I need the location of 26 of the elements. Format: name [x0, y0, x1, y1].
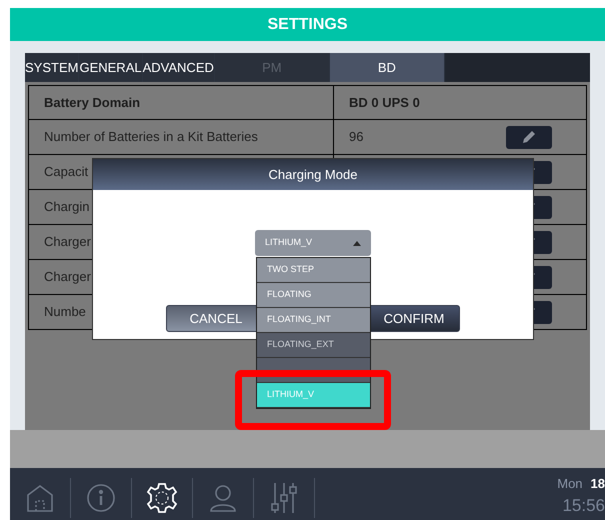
- date-label: 18: [590, 474, 605, 492]
- clock-time: 15:56: [562, 495, 605, 517]
- tab[interactable]: GENERAL: [79, 53, 143, 82]
- settings-icon[interactable]: [146, 482, 178, 514]
- confirm-button[interactable]: CONFIRM: [368, 305, 460, 332]
- info-icon[interactable]: [86, 483, 116, 513]
- table-header-cell-text: BD 0 UPS 0: [348, 94, 420, 112]
- tab[interactable]: BD: [330, 53, 445, 82]
- page-title: SETTINGS: [267, 14, 348, 34]
- tab[interactable]: SYSTEM: [25, 53, 80, 82]
- sliders-icon[interactable]: [269, 482, 299, 514]
- user-icon[interactable]: [208, 483, 238, 513]
- edit-button[interactable]: [506, 126, 552, 148]
- table-cell-text: 96: [349, 128, 364, 146]
- tab[interactable]: ADVANCED: [142, 53, 215, 82]
- table-header-cell: Battery Domain: [29, 86, 334, 119]
- dropdown-option[interactable]: TWO STEP: [257, 258, 370, 283]
- day-label: Mon: [557, 474, 583, 492]
- home-icon[interactable]: [25, 483, 55, 513]
- table-cell: Number of Batteries in a Kit Batteries: [29, 120, 334, 154]
- pencil-icon: [521, 129, 537, 145]
- dropdown-option[interactable]: FLOATING_INT: [257, 308, 370, 333]
- dropdown[interactable]: LITHIUM_V: [255, 230, 371, 256]
- caret-icon: [353, 240, 361, 246]
- dropdown-option[interactable]: FLOATING_EXT: [257, 333, 370, 358]
- dropdown-option[interactable]: FLOATING: [257, 283, 370, 308]
